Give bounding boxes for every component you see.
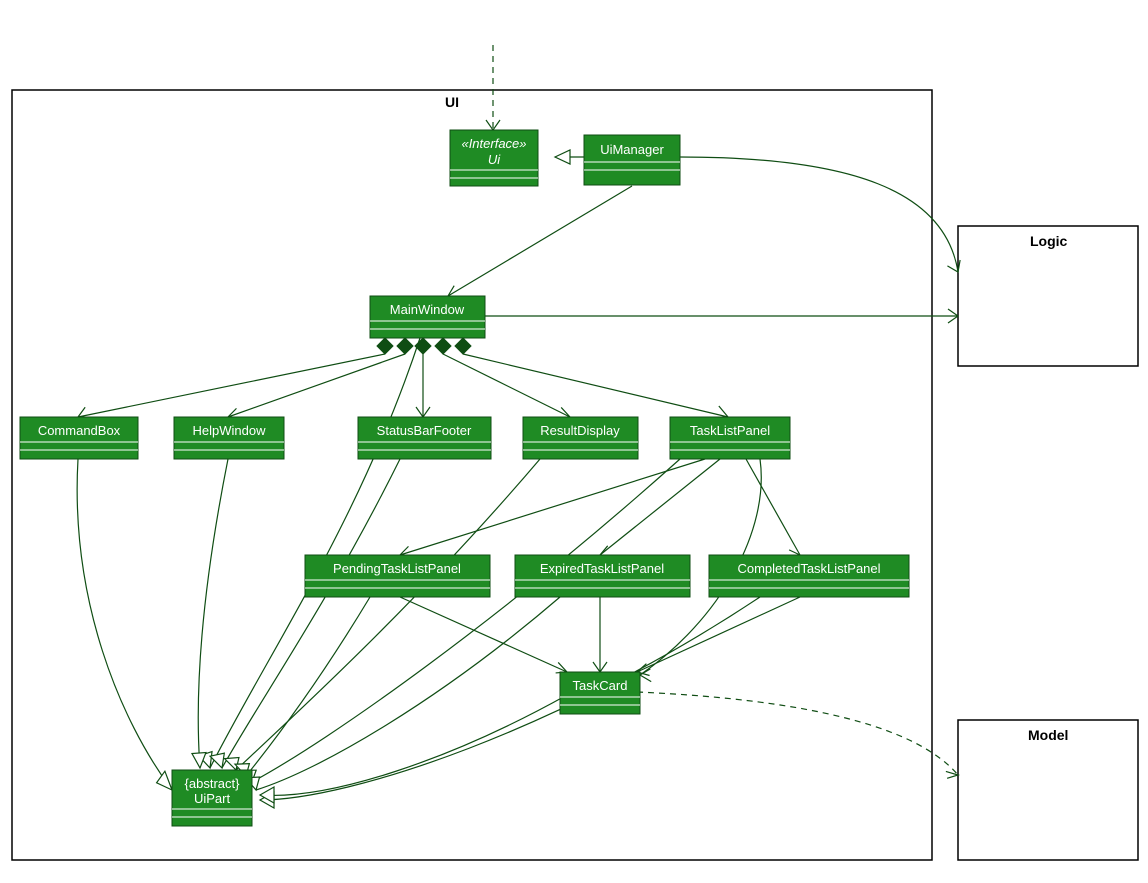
class-statusbarfooter: StatusBarFooter [358, 417, 491, 459]
class-ui-interface: «Interface» Ui [450, 130, 538, 186]
edge-mainwindow-to-tasklistpanel [455, 338, 728, 420]
edge-commandbox-inherit-uipart [77, 459, 172, 793]
class-pending-tlp-name: PendingTaskListPanel [333, 561, 461, 576]
class-mainwindow-name: MainWindow [390, 302, 465, 317]
edge-mainwindow-to-commandbox [78, 338, 393, 419]
package-ui-border [12, 90, 932, 860]
class-taskcard-name: TaskCard [573, 678, 628, 693]
package-model-label: Model [1028, 727, 1068, 743]
edge-uimanager-realizes-ui [555, 150, 584, 164]
edge-expired-to-taskcard [593, 597, 607, 672]
class-helpwindow-name: HelpWindow [193, 423, 267, 438]
edge-completed-inherit-uipart [260, 597, 760, 808]
class-ui-interface-stereotype: «Interface» [461, 136, 526, 151]
class-expired-tlp-name: ExpiredTaskListPanel [540, 561, 664, 576]
edge-mainwindow-to-statusbar [415, 338, 431, 417]
edge-expired-inherit-uipart [244, 597, 560, 790]
edge-tasklistpanel-inherit-uipart [241, 459, 680, 782]
edge-external-to-ui [486, 45, 500, 130]
edge-pending-to-taskcard [400, 597, 567, 676]
package-ui-label: UI [445, 94, 459, 110]
edge-mainwindow-to-logic [485, 309, 958, 323]
edge-tasklistpanel-to-completed [746, 459, 800, 564]
class-statusbarfooter-name: StatusBarFooter [377, 423, 472, 438]
edge-pending-inherit-uipart [235, 597, 370, 777]
edge-uimanager-to-logic [680, 157, 964, 275]
edge-uimanager-to-mainwindow [448, 186, 632, 302]
class-commandbox-name: CommandBox [38, 423, 121, 438]
edge-taskcard-inherit-uipart [260, 695, 567, 803]
class-ui-interface-name: Ui [488, 152, 501, 167]
class-commandbox: CommandBox [20, 417, 138, 459]
package-logic-label: Logic [1030, 233, 1068, 249]
class-pending-tasklistpanel: PendingTaskListPanel [305, 555, 490, 597]
class-tasklistpanel: TaskListPanel [670, 417, 790, 459]
uml-class-diagram: UI Logic Model [0, 0, 1148, 883]
class-expired-tasklistpanel: ExpiredTaskListPanel [515, 555, 690, 597]
class-uipart: {abstract} UiPart [172, 770, 252, 826]
class-tasklistpanel-name: TaskListPanel [690, 423, 770, 438]
edge-helpwindow-inherit-uipart [192, 459, 228, 768]
edge-mainwindow-to-resultdisplay [435, 338, 570, 421]
class-resultdisplay-name: ResultDisplay [540, 423, 620, 438]
edge-statusbar-inherit-uipart [210, 459, 400, 770]
class-resultdisplay: ResultDisplay [523, 417, 638, 459]
edge-tasklistpanel-to-pending [400, 459, 705, 559]
class-uimanager-name: UiManager [600, 142, 664, 157]
edge-taskcard-to-model [637, 692, 958, 782]
class-uipart-stereotype: {abstract} [185, 776, 241, 791]
class-uimanager: UiManager [584, 135, 680, 185]
class-completed-tlp-name: CompletedTaskListPanel [737, 561, 880, 576]
edge-tasklistpanel-to-expired [600, 459, 720, 563]
edge-completed-to-taskcard [637, 597, 800, 676]
class-taskcard: TaskCard [560, 672, 640, 714]
class-uipart-name: UiPart [194, 791, 231, 806]
class-completed-tasklistpanel: CompletedTaskListPanel [709, 555, 909, 597]
class-mainwindow: MainWindow [370, 296, 485, 338]
class-helpwindow: HelpWindow [174, 417, 284, 459]
edge-mainwindow-inherit-uipart [199, 338, 420, 770]
